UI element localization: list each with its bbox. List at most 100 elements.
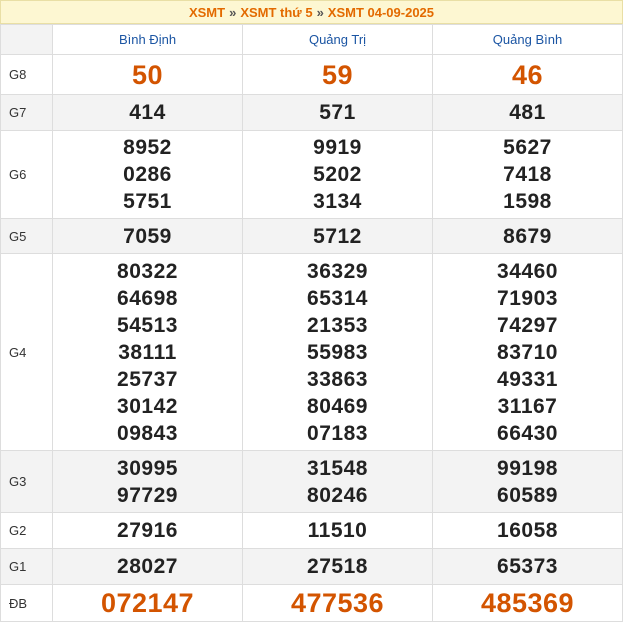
- prize-label: G1: [0, 548, 53, 585]
- prize-cell: 27518: [242, 548, 433, 585]
- prize-number: 5751: [123, 190, 172, 213]
- breadcrumb-link-xsmt-date[interactable]: XSMT 04-09-2025: [328, 5, 434, 20]
- prize-number: 21353: [307, 313, 368, 337]
- prize-number: 31548: [307, 456, 368, 480]
- prize-cell: 571: [242, 94, 433, 131]
- prize-number: 8679: [503, 224, 552, 248]
- column-header-binh-dinh[interactable]: Bình Định: [52, 24, 243, 55]
- prize-number: 414: [129, 101, 166, 124]
- column-header-quang-tri[interactable]: Quảng Trị: [242, 24, 433, 55]
- prize-number: 49331: [497, 367, 558, 391]
- prize-cell: 27916: [52, 512, 243, 549]
- prize-number: 34460: [497, 259, 558, 283]
- prize-number: 64698: [117, 286, 178, 310]
- breadcrumb-link-xsmt[interactable]: XSMT: [189, 5, 225, 20]
- prize-number: 80246: [307, 483, 368, 507]
- prize-number: 30995: [117, 456, 178, 480]
- prize-label: G3: [0, 450, 53, 513]
- prize-number: 38111: [118, 340, 177, 364]
- prize-cell: 414: [52, 94, 243, 131]
- table-row: G7 414 571 481: [0, 94, 623, 131]
- prize-number: 65314: [307, 286, 368, 310]
- prize-cell: 28027: [52, 548, 243, 585]
- prize-cell: 8679: [432, 218, 623, 254]
- prize-label: G5: [0, 218, 53, 254]
- breadcrumb-link-xsmt-thu-5[interactable]: XSMT thứ 5: [240, 5, 312, 20]
- prize-number: 80322: [117, 259, 178, 283]
- prize-number: 571: [319, 101, 356, 124]
- prize-cell: 7059: [52, 218, 243, 254]
- prize-label: G2: [0, 512, 53, 549]
- prize-cell: 30995 97729: [52, 450, 243, 513]
- special-prize-number: 477536: [290, 588, 385, 618]
- prize-number: 99198: [497, 456, 558, 480]
- prize-cell: 16058: [432, 512, 623, 549]
- prize-cell: 36329 65314 21353 55983 33863 80469 07183: [242, 253, 433, 451]
- prize-cell: 5627 7418 1598: [432, 130, 623, 219]
- header-corner-cell: [0, 24, 53, 55]
- prize-cell: 34460 71903 74297 83710 49331 31167 66430: [432, 253, 623, 451]
- prize-number: 60589: [497, 483, 558, 507]
- prize-number: 30142: [117, 394, 178, 418]
- prize-number: 7418: [503, 163, 552, 186]
- table-row: G4 80322 64698 54513 38111 25737 30142 09843 363…: [0, 253, 623, 451]
- prize-number: 5712: [313, 224, 362, 248]
- breadcrumb: XSMT» XSMT thứ 5» XSMT 04-09-2025: [0, 0, 623, 24]
- prize-cell: 59: [242, 54, 433, 95]
- prize-cell: 46: [432, 54, 623, 95]
- prize-label: G7: [0, 94, 53, 131]
- prize-number: 80469: [307, 394, 368, 418]
- prize-number: 5202: [313, 163, 362, 186]
- prize-cell: 477536: [242, 584, 433, 622]
- table-row: ĐB 072147 477536 485369: [0, 584, 623, 622]
- special-prize-number: 485369: [480, 588, 575, 618]
- table-row: G8 50 59 46: [0, 54, 623, 95]
- prize-number: 66430: [497, 421, 558, 445]
- prize-number: 27518: [307, 555, 368, 578]
- prize-number: 55983: [307, 340, 368, 364]
- prize-number: 1598: [503, 190, 552, 213]
- prize-number: 5627: [503, 136, 552, 159]
- prize-number: 481: [509, 101, 546, 124]
- results-table: Bình Định Quảng Trị Quảng Bình G8 50 59 46 G…: [0, 24, 623, 622]
- prize-cell: 481: [432, 94, 623, 131]
- prize-cell: 80322 64698 54513 38111 25737 30142 09843: [52, 253, 243, 451]
- prize-number: 36329: [307, 259, 368, 283]
- special-prize-number: 072147: [100, 588, 195, 618]
- prize-number: 54513: [117, 313, 178, 337]
- prize-number: 0286: [123, 163, 172, 186]
- breadcrumb-separator: »: [316, 5, 324, 20]
- prize-number: 74297: [497, 313, 558, 337]
- prize-number: 25737: [117, 367, 178, 391]
- prize-number: 31167: [497, 394, 558, 418]
- prize-number: 3134: [313, 190, 362, 213]
- prize-label: G4: [0, 253, 53, 451]
- table-row: G5 7059 5712 8679: [0, 218, 623, 254]
- prize-label: G8: [0, 54, 53, 95]
- prize-number: 9919: [313, 136, 362, 159]
- prize-number: 16058: [497, 519, 558, 542]
- prize-label: G6: [0, 130, 53, 219]
- table-row: G3 30995 97729 31548 80246 99198 60589: [0, 450, 623, 513]
- prize-number: 07183: [307, 421, 368, 445]
- prize-cell: 072147: [52, 584, 243, 622]
- prize-number: 46: [511, 59, 544, 90]
- lottery-results: XSMT» XSMT thứ 5» XSMT 04-09-2025 Bình Địn…: [0, 0, 623, 622]
- prize-cell: 11510: [242, 512, 433, 549]
- prize-label: ĐB: [0, 584, 53, 622]
- prize-cell: 8952 0286 5751: [52, 130, 243, 219]
- column-header-quang-binh[interactable]: Quảng Bình: [432, 24, 623, 55]
- table-row: G6 8952 0286 5751 9919 5202 3134 5627 7418 1598: [0, 130, 623, 219]
- prize-cell: 485369: [432, 584, 623, 622]
- prize-number: 83710: [497, 340, 558, 364]
- table-header-row: Bình Định Quảng Trị Quảng Bình: [0, 24, 623, 55]
- prize-number: 97729: [117, 483, 178, 507]
- prize-number: 09843: [117, 421, 178, 445]
- prize-cell: 9919 5202 3134: [242, 130, 433, 219]
- prize-number: 27916: [117, 519, 178, 542]
- prize-number: 11510: [307, 519, 368, 542]
- prize-number: 71903: [497, 286, 558, 310]
- prize-number: 33863: [307, 367, 368, 391]
- prize-cell: 5712: [242, 218, 433, 254]
- table-row: G2 27916 11510 16058: [0, 512, 623, 549]
